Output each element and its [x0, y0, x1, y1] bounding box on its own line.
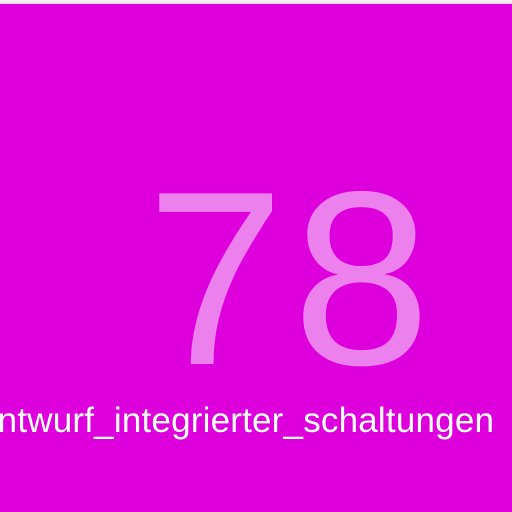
tile-count-value: 78 [146, 153, 439, 403]
count-tile[interactable]: 78 entwurf_integrierter_schaltungen [0, 5, 512, 512]
top-strip-bar [0, 0, 512, 4]
tile-label: entwurf_integrierter_schaltungen [0, 401, 495, 440]
tile-label-container: entwurf_integrierter_schaltungen [0, 393, 512, 453]
